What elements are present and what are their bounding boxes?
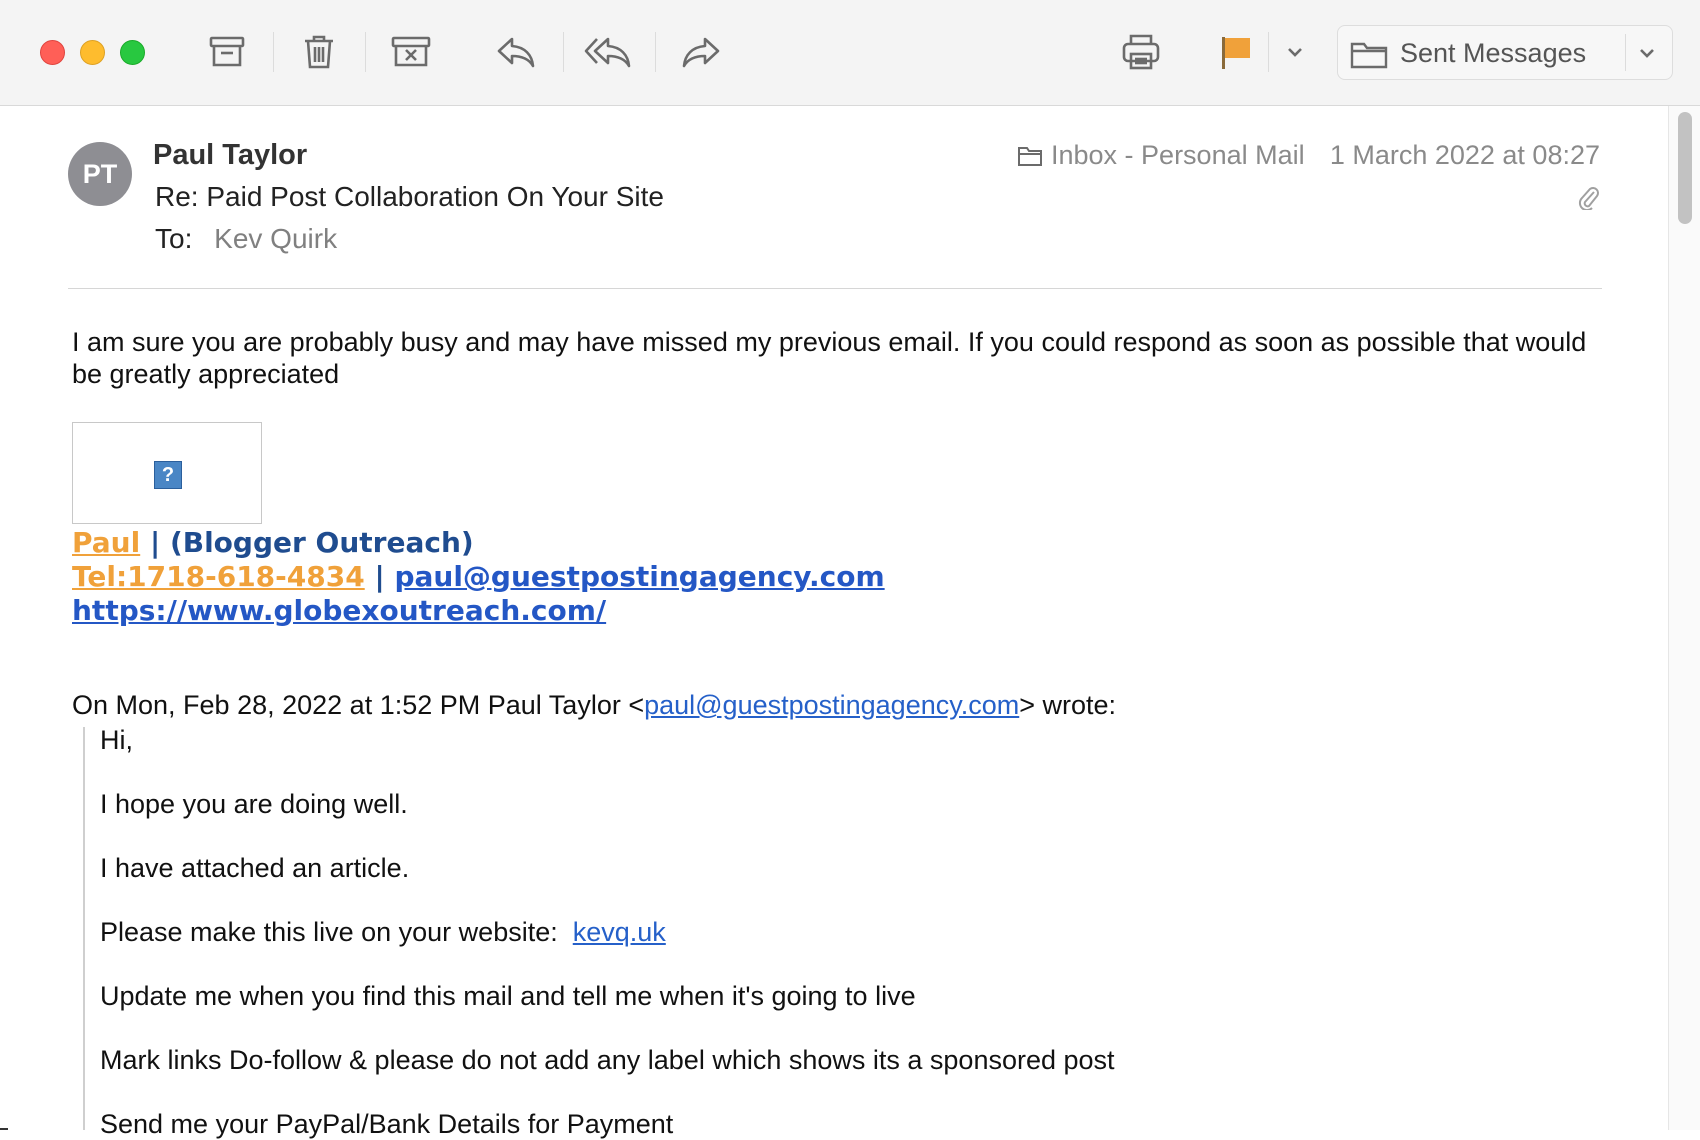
missing-image-placeholder: ? (72, 422, 262, 524)
subject: Re: Paid Post Collaboration On Your Site (155, 181, 664, 212)
signature-role: (Blogger Outreach) (169, 526, 474, 559)
header-divider (68, 288, 1602, 289)
signature-separator: | (374, 560, 385, 593)
scrollbar-track[interactable] (1668, 106, 1700, 1130)
delete-button[interactable] (293, 28, 345, 76)
quote-email-link[interactable]: paul@guestpostingagency.com (644, 690, 1019, 720)
reply-button[interactable] (490, 28, 542, 76)
trash-icon (305, 35, 333, 69)
signature-name-link[interactable]: Paul (72, 526, 140, 559)
scrollbar-thumb[interactable] (1678, 112, 1692, 224)
flag-icon (1222, 37, 1250, 69)
archive-button[interactable] (201, 28, 253, 76)
quote-attribution-suffix: > wrote: (1019, 690, 1117, 720)
zoom-window-button[interactable] (120, 40, 145, 65)
minimize-window-button[interactable] (80, 40, 105, 65)
quoted-line: Send me your PayPal/Bank Details for Pay… (100, 1109, 674, 1139)
avatar: PT (68, 142, 132, 206)
chevron-down-icon (1288, 48, 1302, 57)
flag-menu-button[interactable] (1270, 28, 1320, 76)
print-icon (1122, 34, 1160, 70)
signature-line-website: https://www.globexoutreach.com/ (72, 594, 606, 627)
mailbox-name: Inbox - Personal Mail (1051, 140, 1305, 170)
close-window-button[interactable] (40, 40, 65, 65)
quote-attribution-prefix: On Mon, Feb 28, 2022 at 1:52 PM Paul Tay… (72, 690, 645, 720)
recipient-row: To: Kev Quirk (155, 223, 337, 255)
quoted-line-text: Please make this live on your website: (100, 917, 558, 947)
junk-icon (391, 36, 431, 67)
quoted-greeting: Hi, (100, 725, 133, 755)
folder-icon (1350, 42, 1388, 69)
folder-select-label: Sent Messages (1400, 38, 1587, 68)
quoted-line: I have attached an article. (100, 853, 410, 883)
folder-icon (1018, 146, 1042, 166)
junk-button[interactable] (385, 28, 437, 76)
move-to-folder-select[interactable]: Sent Messages (1337, 25, 1673, 80)
forward-icon (682, 37, 720, 68)
recipient-name[interactable]: Kev Quirk (214, 223, 337, 254)
quote-bar (83, 727, 85, 1130)
website-link[interactable]: kevq.uk (573, 917, 666, 947)
mailbox-label: Inbox - Personal Mail (1017, 140, 1305, 171)
to-label: To: (155, 223, 193, 254)
signature-phone-link[interactable]: Tel:1718-618-4834 (72, 560, 365, 593)
chevron-down-icon[interactable] (1638, 41, 1656, 65)
signature-website-link[interactable]: https://www.globexoutreach.com/ (72, 594, 606, 627)
quoted-line: I hope you are doing well. (100, 789, 408, 819)
quoted-line-with-link: Please make this live on your website: k… (100, 917, 666, 948)
forward-button[interactable] (675, 28, 727, 76)
print-button[interactable] (1115, 28, 1167, 76)
reply-all-icon (584, 37, 631, 68)
signature-email-link[interactable]: paul@guestpostingagency.com (394, 560, 884, 593)
paperclip-icon[interactable] (1578, 184, 1600, 210)
signature-line-contact: Tel:1718-618-4834 | paul@guestpostingage… (72, 560, 885, 593)
sender-name[interactable]: Paul Taylor (153, 139, 307, 172)
body-paragraph: I am sure you are probably busy and may … (72, 327, 1587, 389)
toolbar: Sent Messages (0, 0, 1700, 106)
quoted-line: Mark links Do-follow & please do not add… (100, 1045, 1115, 1075)
quoted-line: Update me when you find this mail and te… (100, 981, 916, 1011)
flag-button[interactable] (1210, 28, 1262, 76)
quote-attribution: On Mon, Feb 28, 2022 at 1:52 PM Paul Tay… (72, 690, 1116, 721)
signature-separator: | (149, 526, 161, 559)
missing-image-icon: ? (154, 461, 182, 489)
message-date: 1 March 2022 at 08:27 (1329, 140, 1600, 170)
reply-icon (497, 37, 535, 68)
archive-icon (209, 36, 245, 67)
reply-all-button[interactable] (582, 28, 634, 76)
signature-line-name: Paul | (Blogger Outreach) (72, 526, 474, 559)
